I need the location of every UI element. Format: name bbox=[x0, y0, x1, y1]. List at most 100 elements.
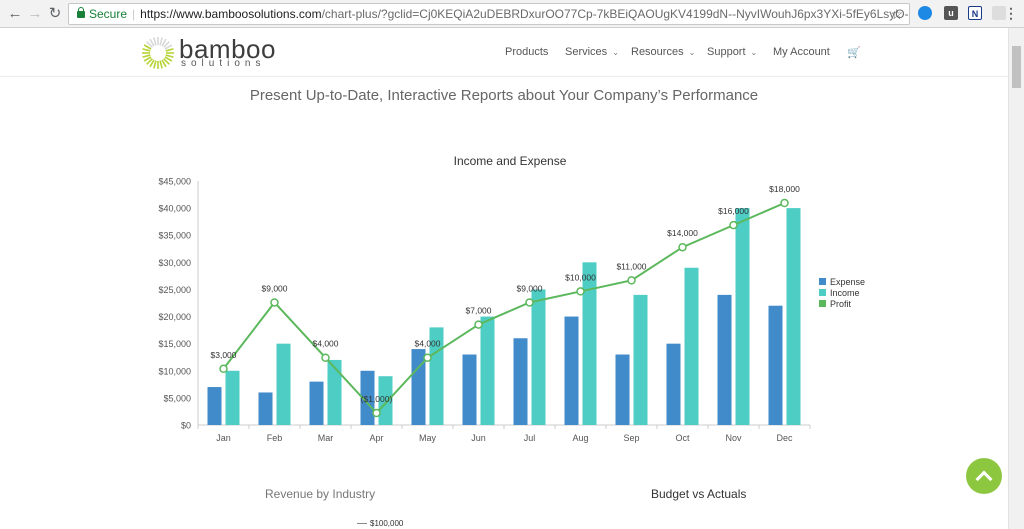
onenote-extension-icon[interactable]: N bbox=[968, 6, 982, 20]
bar-expense bbox=[666, 343, 681, 425]
profit-data-label: $11,000 bbox=[616, 261, 646, 271]
y-tick-label: $0 bbox=[181, 421, 191, 431]
bar-income bbox=[684, 267, 699, 425]
legend-swatch-income bbox=[819, 289, 826, 296]
profit-data-label: $14,000 bbox=[667, 228, 698, 238]
y-tick-label: $35,000 bbox=[158, 231, 191, 241]
legend-label-expense: Expense bbox=[830, 277, 865, 287]
bar-expense bbox=[717, 294, 732, 425]
bar-income bbox=[633, 294, 648, 425]
bookmark-star-icon[interactable]: ☆ bbox=[890, 4, 903, 24]
revenue-legend-stub: $100,000 bbox=[357, 519, 403, 528]
bar-expense bbox=[309, 381, 324, 425]
bar-expense bbox=[207, 387, 222, 425]
url-path: /chart-plus/?gclid=Cj0KEQiA2uDEBRDxurOO7… bbox=[321, 7, 910, 21]
y-axis: $0 $5,000 $10,000 $15,000 $20,000 $25,000 $30,… bbox=[158, 177, 199, 431]
browser-toolbar: ← → ↻ Secure | https://www.bamboosolutions… bbox=[0, 0, 1024, 28]
x-tick-label: Dec bbox=[776, 433, 793, 443]
profit-point bbox=[474, 320, 483, 329]
bar-expense bbox=[564, 316, 579, 425]
legend-label-profit: Profit bbox=[830, 299, 852, 309]
bar-income bbox=[327, 359, 342, 425]
profit-data-label: $9,000 bbox=[517, 283, 543, 293]
x-tick-label: May bbox=[419, 433, 437, 443]
profit-point bbox=[219, 364, 228, 374]
bar-income bbox=[480, 316, 495, 425]
y-tick-label: $15,000 bbox=[158, 339, 191, 349]
y-tick-label: $5,000 bbox=[163, 393, 191, 403]
x-tick-label: Jan bbox=[216, 433, 231, 443]
profit-data-label: $9,000 bbox=[262, 283, 288, 293]
y-tick-label: $30,000 bbox=[158, 258, 191, 268]
profit-point bbox=[627, 276, 636, 285]
x-tick-label: Oct bbox=[675, 433, 690, 443]
bar-income bbox=[225, 370, 240, 425]
x-tick-label: Mar bbox=[318, 433, 334, 443]
address-bar[interactable]: Secure | https://www.bamboosolutions.com/c… bbox=[68, 3, 910, 25]
ublock-extension-icon[interactable]: u bbox=[944, 6, 958, 20]
profit-line-path bbox=[222, 202, 785, 415]
secure-label: Secure bbox=[89, 7, 128, 21]
x-axis: Jan Feb Mar Apr May Jun Jul Aug Sep Oct Nov Dec bbox=[197, 424, 811, 443]
y-tick-label: $10,000 bbox=[158, 366, 191, 376]
profit-point bbox=[678, 242, 687, 252]
profit-point bbox=[423, 353, 432, 362]
bar-expense bbox=[258, 392, 273, 425]
x-tick-label: Nov bbox=[725, 433, 742, 443]
profit-data-label: $3,000 bbox=[211, 350, 237, 360]
y-tick-label: $45,000 bbox=[158, 177, 191, 187]
browser-menu-icon[interactable]: ⋮ bbox=[1004, 5, 1018, 22]
profit-point bbox=[780, 198, 789, 208]
x-tick-label: Apr bbox=[369, 433, 383, 443]
x-tick-label: Jul bbox=[524, 433, 536, 443]
legend-swatch-expense bbox=[819, 278, 826, 285]
bar-income bbox=[276, 343, 291, 425]
y-tick-label: $20,000 bbox=[158, 312, 191, 322]
profit-data-label: $7,000 bbox=[466, 306, 492, 316]
legend-swatch-profit bbox=[819, 300, 826, 307]
scrollbar-thumb[interactable] bbox=[1012, 46, 1021, 88]
forward-arrow-icon[interactable]: → bbox=[26, 5, 44, 23]
x-tick-label: Jun bbox=[471, 433, 486, 443]
profit-data-label: $4,000 bbox=[313, 339, 339, 349]
y-tick-label: $40,000 bbox=[158, 204, 191, 214]
reload-icon[interactable]: ↻ bbox=[46, 5, 64, 23]
profit-point bbox=[729, 220, 738, 230]
income-expense-chart: Income and Expense $0 $5,000 $10,000 $15,00… bbox=[158, 154, 865, 443]
profit-point bbox=[321, 353, 330, 362]
budget-vs-actuals-title: Budget vs Actuals bbox=[651, 487, 747, 501]
chart-legend: ExpenseIncomeProfit bbox=[819, 277, 865, 309]
bar-expense bbox=[615, 354, 630, 425]
url-host: https://www.bamboosolutions.com bbox=[140, 7, 322, 21]
profit-line: $3,000 $9,000 $4,000 ($1,000) $4,000 $7,000 $9… bbox=[211, 184, 800, 418]
profit-data-label: $18,000 bbox=[769, 184, 800, 194]
x-tick-label: Aug bbox=[572, 433, 588, 443]
lock-icon bbox=[77, 7, 85, 18]
bar-expense bbox=[411, 349, 426, 425]
revenue-by-industry-title: Revenue by Industry bbox=[265, 487, 376, 501]
profit-data-label: $4,000 bbox=[415, 339, 441, 349]
bar-income bbox=[735, 208, 750, 425]
profit-point bbox=[525, 298, 534, 307]
x-tick-label: Sep bbox=[623, 433, 639, 443]
profit-point bbox=[576, 287, 585, 296]
bar-expense bbox=[513, 338, 528, 425]
chart-title: Income and Expense bbox=[454, 154, 567, 168]
y-tick-label: $25,000 bbox=[158, 285, 191, 295]
profit-data-label: $10,000 bbox=[565, 272, 596, 282]
bar-income bbox=[582, 262, 597, 425]
bar-income bbox=[786, 208, 801, 425]
profit-point bbox=[270, 298, 279, 307]
x-tick-label: Feb bbox=[267, 433, 283, 443]
bar-income bbox=[531, 289, 546, 425]
legend-label-income: Income bbox=[830, 288, 860, 298]
page-scrollbar[interactable] bbox=[1008, 28, 1024, 529]
scroll-to-top-button[interactable] bbox=[966, 458, 1002, 494]
bar-expense bbox=[462, 354, 477, 425]
profit-data-label: ($1,000) bbox=[361, 394, 393, 404]
profit-data-label: $16,000 bbox=[718, 206, 749, 216]
profit-point bbox=[372, 408, 381, 418]
globe-extension-icon[interactable] bbox=[918, 6, 932, 20]
back-arrow-icon[interactable]: ← bbox=[6, 5, 24, 23]
bars bbox=[207, 208, 801, 425]
